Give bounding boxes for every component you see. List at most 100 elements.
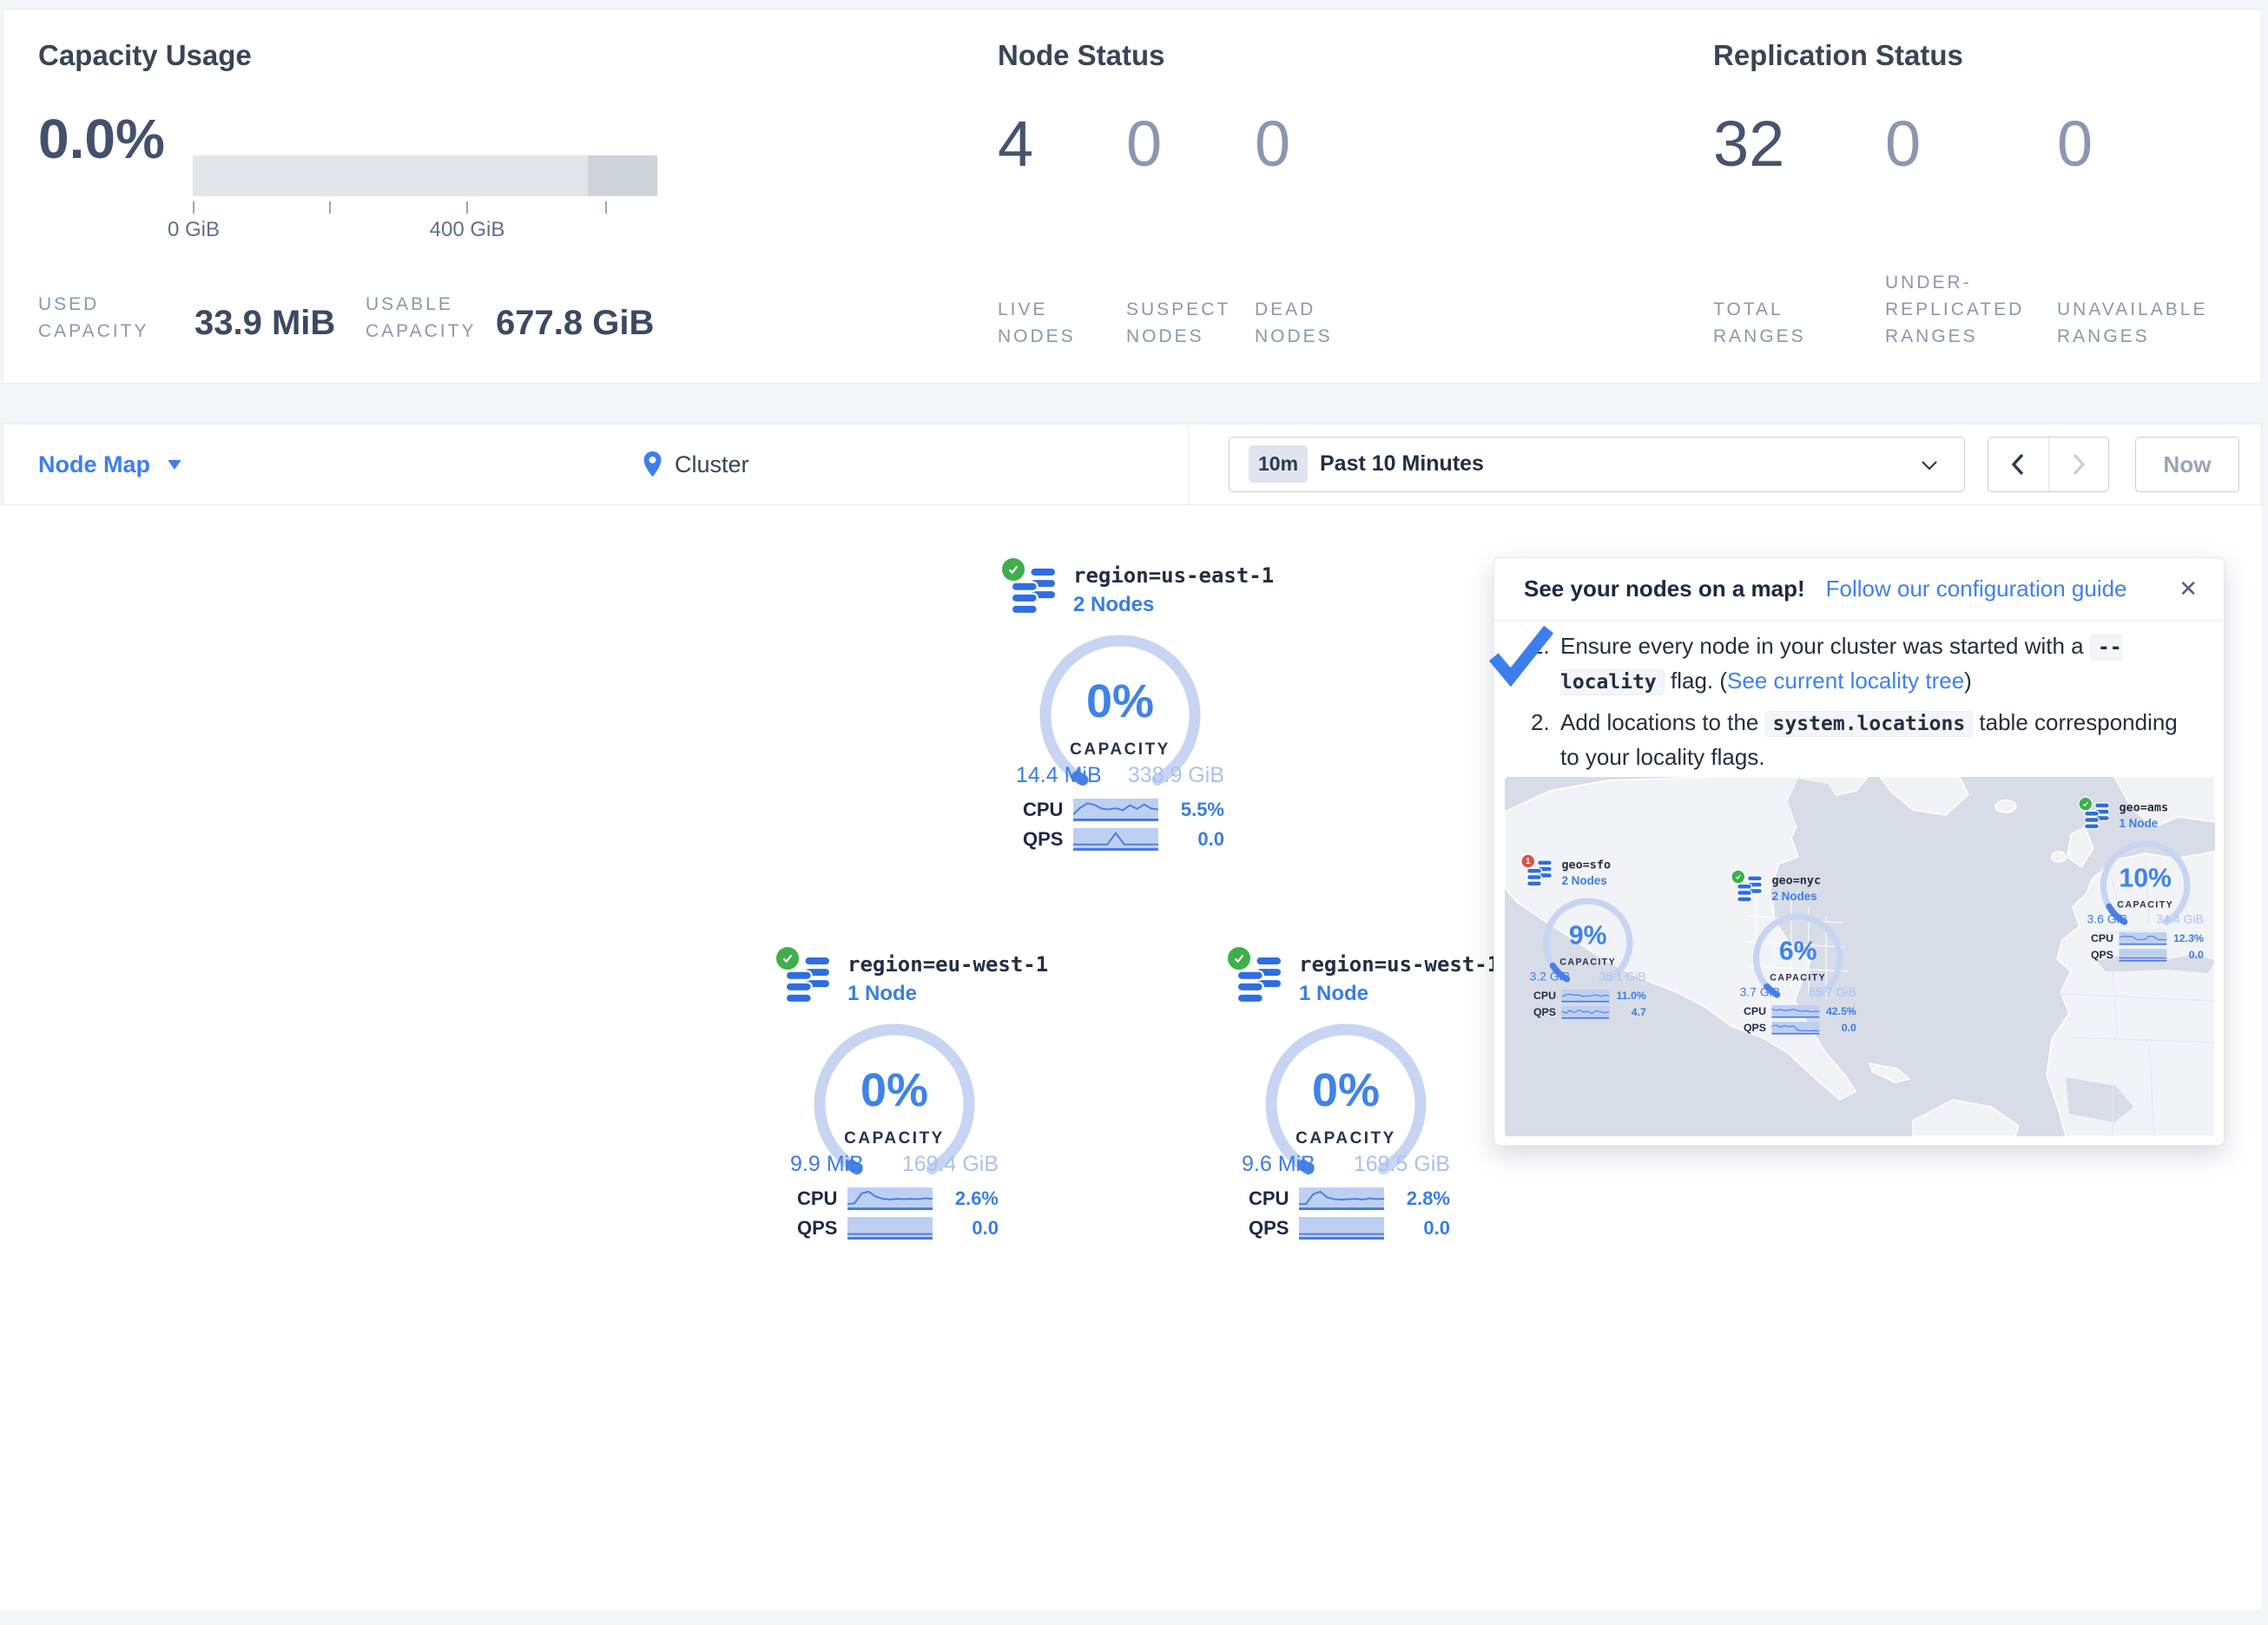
cpu-value: 42.5% <box>1825 1005 1856 1018</box>
nodes-link[interactable]: 2 Nodes <box>1771 890 1816 904</box>
usable-value: 34.4 GiB <box>2156 912 2203 926</box>
region-card-eu-west-1[interactable]: region=eu-west-1 1 Node 0% CAPACITY 9.9 … <box>783 949 1005 1247</box>
step-text: ) <box>1964 668 1972 694</box>
region-nodes-link[interactable]: 1 Node <box>847 982 917 1006</box>
healthy-status-icon <box>775 945 801 971</box>
used-capacity-label: USED CAPACITY <box>38 291 186 345</box>
nodes-link[interactable]: 1 Node <box>2119 817 2158 831</box>
capacity-percent: 6% <box>1747 936 1849 966</box>
used-value: 3.6 GiB <box>2087 912 2127 926</box>
cpu-label: CPU <box>1533 990 1561 1003</box>
time-nav-group <box>1988 437 2109 492</box>
qps-value: 0.0 <box>1169 828 1224 851</box>
qps-sparkline <box>1771 1022 1819 1035</box>
breadcrumb[interactable]: Cluster <box>643 424 749 504</box>
locality-tree-link[interactable]: See current locality tree <box>1727 668 1964 694</box>
capacity-percent: 0% <box>1255 1063 1437 1117</box>
axis-label-0: 0 GiB <box>168 218 220 242</box>
suspect-nodes-value: 0 <box>1126 112 1162 176</box>
capacity-percent: 10% <box>2094 863 2197 893</box>
used-capacity-value: 33.9 MiB <box>194 304 335 343</box>
qps-value: 0.0 <box>1394 1217 1450 1240</box>
capacity-percent: 9% <box>1537 920 1639 951</box>
cpu-label: CPU <box>797 1188 847 1210</box>
used-value: 3.7 GiB <box>1739 985 1780 999</box>
replication-status-title: Replication Status <box>1713 39 1963 72</box>
time-forward-button[interactable] <box>2049 438 2109 491</box>
capacity-word: CAPACITY <box>1537 957 1639 967</box>
region-nodes-link[interactable]: 2 Nodes <box>1073 593 1154 617</box>
time-back-button[interactable] <box>1988 438 2049 491</box>
nodes-link[interactable]: 2 Nodes <box>1561 874 1606 888</box>
usable-value: 169.4 GiB <box>902 1152 999 1177</box>
usable-value: 169.5 GiB <box>1354 1152 1450 1177</box>
live-nodes-label: LIVE NODES <box>998 296 1093 350</box>
setup-step-2: 2.Add locations to the system.locations … <box>1531 706 2194 773</box>
cpu-sparkline <box>1299 1188 1384 1210</box>
qps-label: QPS <box>1533 1006 1561 1019</box>
configuration-guide-link[interactable]: Follow our configuration guide <box>1826 576 2127 602</box>
time-range-dropdown[interactable]: 10m Past 10 Minutes <box>1229 437 1965 492</box>
axis-tick <box>329 201 331 214</box>
usable-value: 35.1 GiB <box>1599 970 1645 984</box>
qps-sparkline <box>1299 1217 1384 1240</box>
now-button[interactable]: Now <box>2135 437 2239 492</box>
cpu-label: CPU <box>1744 1005 1771 1018</box>
capacity-word: CAPACITY <box>803 1129 986 1148</box>
popup-header: See your nodes on a map! Follow our conf… <box>1494 558 2224 621</box>
step-text: Add locations to the <box>1560 709 1765 735</box>
view-selector-label: Node Map <box>38 451 150 478</box>
cluster-summary-bar: Capacity Usage 0.0% 0 GiB 400 GiB USED C… <box>3 9 2262 384</box>
dead-nodes-value: 0 <box>1255 112 1290 176</box>
popup-instructions: 1.Ensure every node in your cluster was … <box>1531 629 2194 780</box>
step-text: flag. ( <box>1665 668 1727 694</box>
capacity-percent: 0% <box>1029 674 1211 728</box>
unavailable-ranges-value: 0 <box>2057 112 2093 176</box>
axis-tick <box>193 201 194 214</box>
chevron-right-icon <box>2071 452 2087 477</box>
under-replicated-ranges-value: 0 <box>1885 112 1921 176</box>
used-value: 14.4 MiB <box>1016 763 1102 788</box>
caret-down-icon <box>168 460 181 470</box>
cpu-value: 11.0% <box>1615 990 1646 1003</box>
close-icon[interactable]: ✕ <box>2179 576 2198 602</box>
node-status-title: Node Status <box>998 39 1165 72</box>
qps-sparkline <box>847 1217 933 1240</box>
map-node-geo-nyc[interactable]: geo=nyc 2 Nodes 6% CAPACITY 3.7 GiB 65.7… <box>1736 872 1864 1043</box>
step-number: 2. <box>1531 706 1550 739</box>
view-selector-dropdown[interactable]: Node Map <box>38 424 181 504</box>
axis-tick <box>605 201 607 214</box>
region-card-us-west-1[interactable]: region=us-west-1 1 Node 0% CAPACITY 9.6 … <box>1235 949 1457 1247</box>
usable-value: 338.9 GiB <box>1128 763 1224 788</box>
healthy-status-icon <box>1731 870 1745 885</box>
cpu-label: CPU <box>1023 799 1073 821</box>
capacity-word: CAPACITY <box>1255 1129 1437 1148</box>
capacity-usage-bar <box>193 155 657 196</box>
under-replicated-ranges-label: UNDER-REPLICATED RANGES <box>1885 269 2024 350</box>
capacity-word: CAPACITY <box>1029 740 1211 760</box>
capacity-word: CAPACITY <box>1747 972 1849 983</box>
world-map: 1 geo=sfo 2 Nodes 9% CAPACITY 3.2 GiB 35… <box>1505 777 2215 1136</box>
error-status-icon: 1 <box>1520 854 1535 869</box>
cpu-value: 2.6% <box>943 1188 999 1210</box>
healthy-status-icon <box>2078 797 2093 812</box>
capacity-bar-other-segment <box>588 155 657 196</box>
map-node-geo-ams[interactable]: geo=ams 1 Node 10% CAPACITY 3.6 GiB 34.4… <box>2083 799 2212 970</box>
region-locality-label: region=us-east-1 <box>1073 563 1274 588</box>
qps-label: QPS <box>1249 1217 1299 1240</box>
qps-value: 4.7 <box>1615 1006 1646 1019</box>
locality-label: geo=nyc <box>1771 873 1821 887</box>
region-locality-label: region=eu-west-1 <box>847 952 1048 977</box>
cpu-value: 12.3% <box>2172 932 2204 945</box>
region-nodes-link[interactable]: 1 Node <box>1299 982 1368 1006</box>
map-pin-icon <box>643 451 663 478</box>
setup-step-1: 1.Ensure every node in your cluster was … <box>1531 629 2194 699</box>
total-ranges-label: TOTAL RANGES <box>1713 296 1809 350</box>
map-node-geo-sfo[interactable]: 1 geo=sfo 2 Nodes 9% CAPACITY 3.2 GiB 35… <box>1526 856 1654 1028</box>
qps-sparkline <box>1073 828 1158 851</box>
capacity-word: CAPACITY <box>2094 899 2197 910</box>
region-card-us-east-1[interactable]: region=us-east-1 2 Nodes 0% CAPACITY 14.… <box>1009 560 1231 859</box>
healthy-status-icon <box>1000 556 1026 582</box>
cpu-value: 2.8% <box>1394 1188 1450 1210</box>
toolbar-divider <box>1188 424 1189 504</box>
